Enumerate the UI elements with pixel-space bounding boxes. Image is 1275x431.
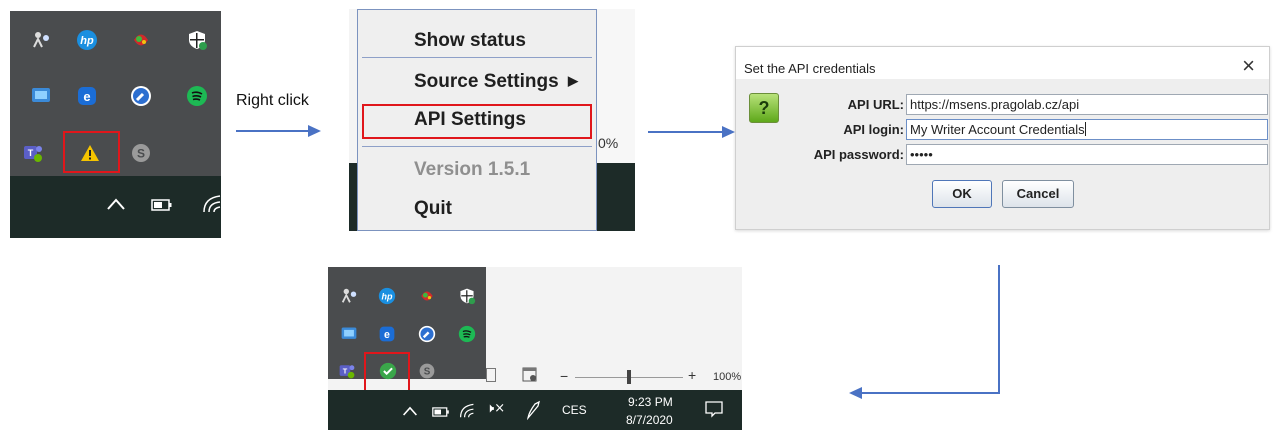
notification-icon[interactable]	[704, 399, 724, 424]
api-login-label: API login:	[843, 122, 904, 137]
arrow-3-vertical	[998, 265, 1000, 393]
zoom-out-button[interactable]: −	[560, 368, 568, 384]
clock-date[interactable]: 8/7/2020	[626, 413, 673, 427]
wifi-icon[interactable]	[459, 401, 475, 424]
arrow-1-head	[308, 125, 321, 137]
tray-panel-before: hp e T S	[10, 11, 221, 238]
menu-item-source-settings-label: Source Settings	[414, 71, 559, 92]
ethernet-person-icon[interactable]	[338, 285, 360, 307]
show-hidden-icons-chevron-icon[interactable]	[106, 194, 126, 217]
menu-item-show-status[interactable]: Show status	[358, 30, 596, 52]
cancel-button[interactable]: Cancel	[1002, 180, 1074, 208]
malware-bug-icon[interactable]	[130, 29, 152, 51]
tray-panel-after: hp e T S	[328, 267, 486, 392]
security-shield-icon[interactable]	[456, 285, 478, 307]
text-cursor	[1084, 122, 1086, 136]
spotify-icon[interactable]	[186, 85, 208, 107]
warning-icon-highlight	[63, 131, 120, 173]
api-login-value: My Writer Account Credentials	[910, 122, 1085, 137]
svg-text:e: e	[384, 329, 390, 341]
svg-text:hp: hp	[382, 291, 393, 301]
arrow-2-head	[722, 126, 735, 138]
api-password-field[interactable]: •••••	[906, 144, 1268, 165]
wrench-icon[interactable]	[416, 323, 438, 345]
dialog-body: ? API URL: https://msens.pragolab.cz/api…	[736, 79, 1269, 229]
view-icon[interactable]	[486, 368, 496, 382]
battery-icon[interactable]	[151, 198, 173, 217]
taskbar-strip	[10, 176, 221, 238]
svg-text:T: T	[28, 148, 34, 158]
menu-separator	[362, 57, 592, 58]
ethernet-person-icon[interactable]	[30, 29, 52, 51]
zoom-slider-thumb[interactable]	[627, 370, 631, 384]
context-menu: Show status Source Settings ▶ API Settin…	[357, 9, 597, 231]
help-icon-glyph: ?	[758, 97, 770, 118]
ok-button[interactable]: OK	[932, 180, 992, 208]
help-icon: ?	[749, 93, 779, 123]
web-layout-icon[interactable]	[522, 367, 538, 388]
network-monitor-icon[interactable]	[30, 85, 52, 107]
pen-icon[interactable]	[525, 400, 543, 425]
network-monitor-icon[interactable]	[338, 323, 360, 345]
submenu-arrow-icon: ▶	[567, 73, 578, 88]
api-settings-highlight	[362, 104, 592, 139]
zoom-in-button[interactable]: +	[688, 367, 696, 383]
background-dark-strip	[597, 163, 635, 231]
api-login-field[interactable]: My Writer Account Credentials	[906, 119, 1268, 140]
svg-text:e: e	[83, 89, 90, 104]
battery-icon[interactable]	[432, 405, 450, 423]
wrench-icon[interactable]	[130, 85, 152, 107]
result-panel: hp e T S − + 100% 🕨× CES 9:23 PM 8/7/202…	[328, 267, 742, 430]
hp-icon[interactable]: hp	[376, 285, 398, 307]
menu-item-quit[interactable]: Quit	[358, 198, 596, 220]
background-window-percent: 0%	[598, 135, 619, 151]
wifi-icon[interactable]	[202, 192, 222, 219]
hp-icon[interactable]: hp	[76, 29, 98, 51]
skype-icon[interactable]: S	[416, 360, 438, 382]
arrow-3-horizontal	[860, 392, 1000, 394]
eset-icon[interactable]: e	[376, 323, 398, 345]
svg-text:S: S	[137, 147, 145, 161]
volume-muted-icon[interactable]: 🕨×	[486, 401, 505, 416]
svg-text:hp: hp	[80, 35, 94, 47]
menu-item-version: Version 1.5.1	[414, 159, 531, 180]
arrow-3-head	[849, 387, 862, 399]
svg-text:S: S	[424, 367, 431, 378]
menu-panel: 0% Show status Source Settings ▶ API Set…	[349, 9, 635, 231]
spotify-icon[interactable]	[456, 323, 478, 345]
teams-icon[interactable]: T	[336, 360, 358, 382]
clock-time[interactable]: 9:23 PM	[628, 395, 673, 409]
arrow-1-line	[236, 130, 312, 132]
zoom-level[interactable]: 100%	[713, 371, 741, 383]
success-icon-highlight	[364, 352, 410, 392]
api-password-label: API password:	[813, 147, 904, 162]
menu-item-source-settings[interactable]: Source Settings ▶	[358, 71, 596, 93]
api-url-field[interactable]: https://msens.pragolab.cz/api	[906, 94, 1268, 115]
security-shield-icon[interactable]	[186, 29, 208, 51]
show-hidden-icons-chevron-icon[interactable]	[402, 404, 418, 422]
menu-separator	[362, 146, 592, 147]
svg-text:T: T	[343, 366, 348, 375]
taskbar-strip: 🕨× CES 9:23 PM 8/7/2020	[328, 390, 742, 430]
api-url-label: API URL:	[847, 97, 904, 112]
malware-bug-icon[interactable]	[416, 285, 438, 307]
step-label: Right click	[236, 92, 309, 109]
close-icon[interactable]: ×	[1242, 53, 1255, 79]
arrow-2-line	[648, 131, 726, 133]
dialog-title: Set the API credentials	[744, 61, 876, 76]
teams-icon[interactable]: T	[22, 142, 44, 164]
language-indicator[interactable]: CES	[562, 403, 587, 417]
eset-icon[interactable]: e	[76, 85, 98, 107]
skype-icon[interactable]: S	[130, 142, 152, 164]
api-credentials-dialog: Set the API credentials × ? API URL: htt…	[735, 46, 1270, 230]
